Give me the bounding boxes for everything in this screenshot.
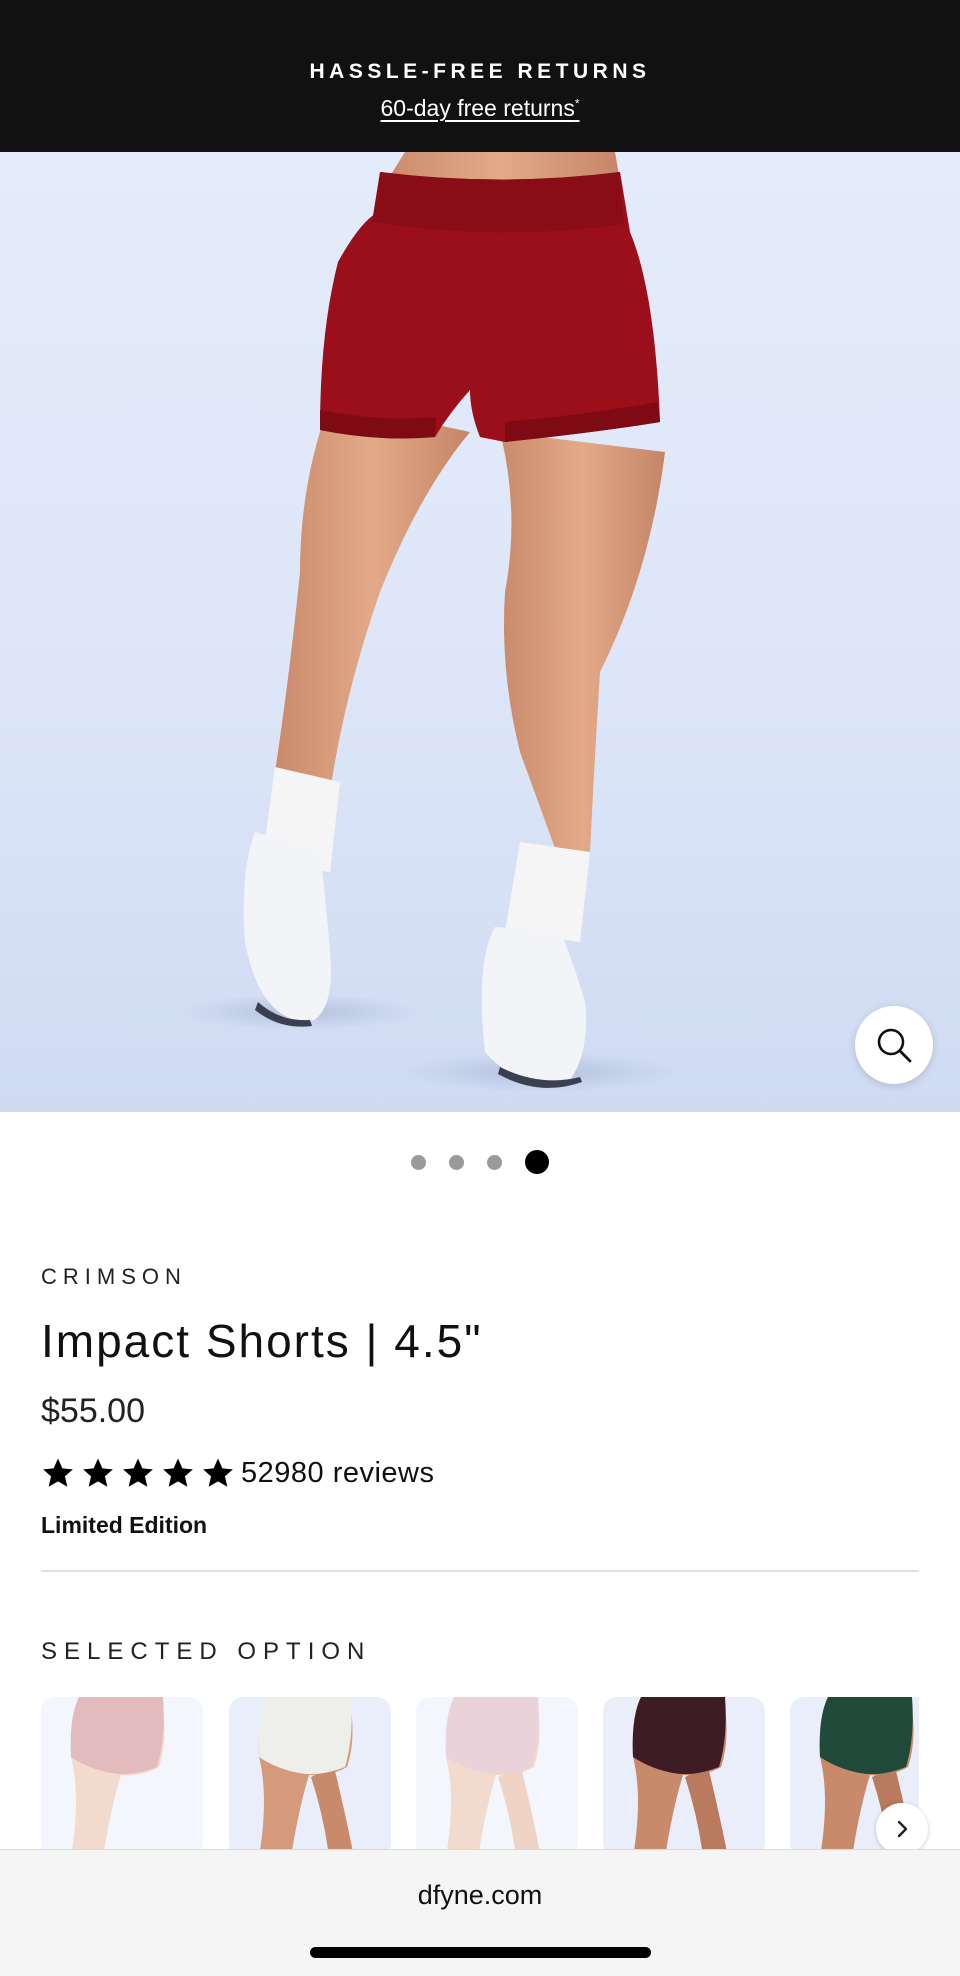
product-image[interactable]	[0, 152, 960, 1112]
chevron-right-icon	[897, 1820, 908, 1838]
rating[interactable]: 52980 reviews	[41, 1456, 435, 1490]
color-swatch-2[interactable]	[229, 1697, 391, 1849]
search-icon	[877, 1028, 912, 1063]
swatch-thumbnail	[632, 1697, 727, 1849]
product-title: Impact Shorts | 4.5"	[41, 1315, 483, 1367]
returns-link[interactable]: 60-day free returns*	[0, 95, 960, 122]
carousel-dots	[0, 1150, 960, 1174]
carousel-dot-1[interactable]	[411, 1154, 426, 1170]
zoom-button[interactable]	[855, 1006, 933, 1084]
edition-label: Limited Edition	[41, 1512, 208, 1538]
color-swatch-3[interactable]	[416, 1697, 578, 1849]
product-color: CRIMSON	[41, 1264, 187, 1289]
color-swatch-1[interactable]	[41, 1697, 203, 1849]
carousel-dot-4[interactable]	[525, 1150, 549, 1174]
review-count[interactable]: 52980 reviews	[241, 1457, 435, 1490]
returns-link-text: 60-day free returns	[380, 95, 575, 121]
star-icon	[203, 1458, 233, 1487]
divider	[41, 1570, 919, 1572]
color-swatch-list	[41, 1697, 919, 1849]
swatch-thumbnail	[70, 1697, 165, 1849]
rating-stars	[41, 1456, 235, 1490]
swatch-thumbnail	[258, 1697, 353, 1849]
swatch-next-button[interactable]	[876, 1803, 928, 1855]
promo-title: HASSLE-FREE RETURNS	[309, 60, 651, 83]
home-indicator[interactable]	[310, 1947, 651, 1958]
product-price: $55.00	[41, 1392, 145, 1430]
swatch-thumbnail	[445, 1697, 540, 1849]
browser-bar: dfyne.com	[0, 1849, 960, 1976]
star-icon	[163, 1458, 193, 1487]
color-swatch-4[interactable]	[603, 1697, 765, 1849]
returns-link-marker: *	[574, 96, 580, 111]
star-icon	[83, 1458, 113, 1487]
carousel-dot-2[interactable]	[449, 1154, 464, 1170]
carousel-dot-3[interactable]	[487, 1154, 502, 1170]
promo-banner: HASSLE-FREE RETURNS 60-day free returns*	[0, 0, 960, 152]
address-bar[interactable]: dfyne.com	[0, 1880, 960, 1911]
product-photo-illustration	[180, 152, 680, 1092]
star-icon	[123, 1458, 153, 1487]
star-icon	[43, 1458, 73, 1487]
selected-option-label: SELECTED OPTION	[41, 1638, 372, 1665]
